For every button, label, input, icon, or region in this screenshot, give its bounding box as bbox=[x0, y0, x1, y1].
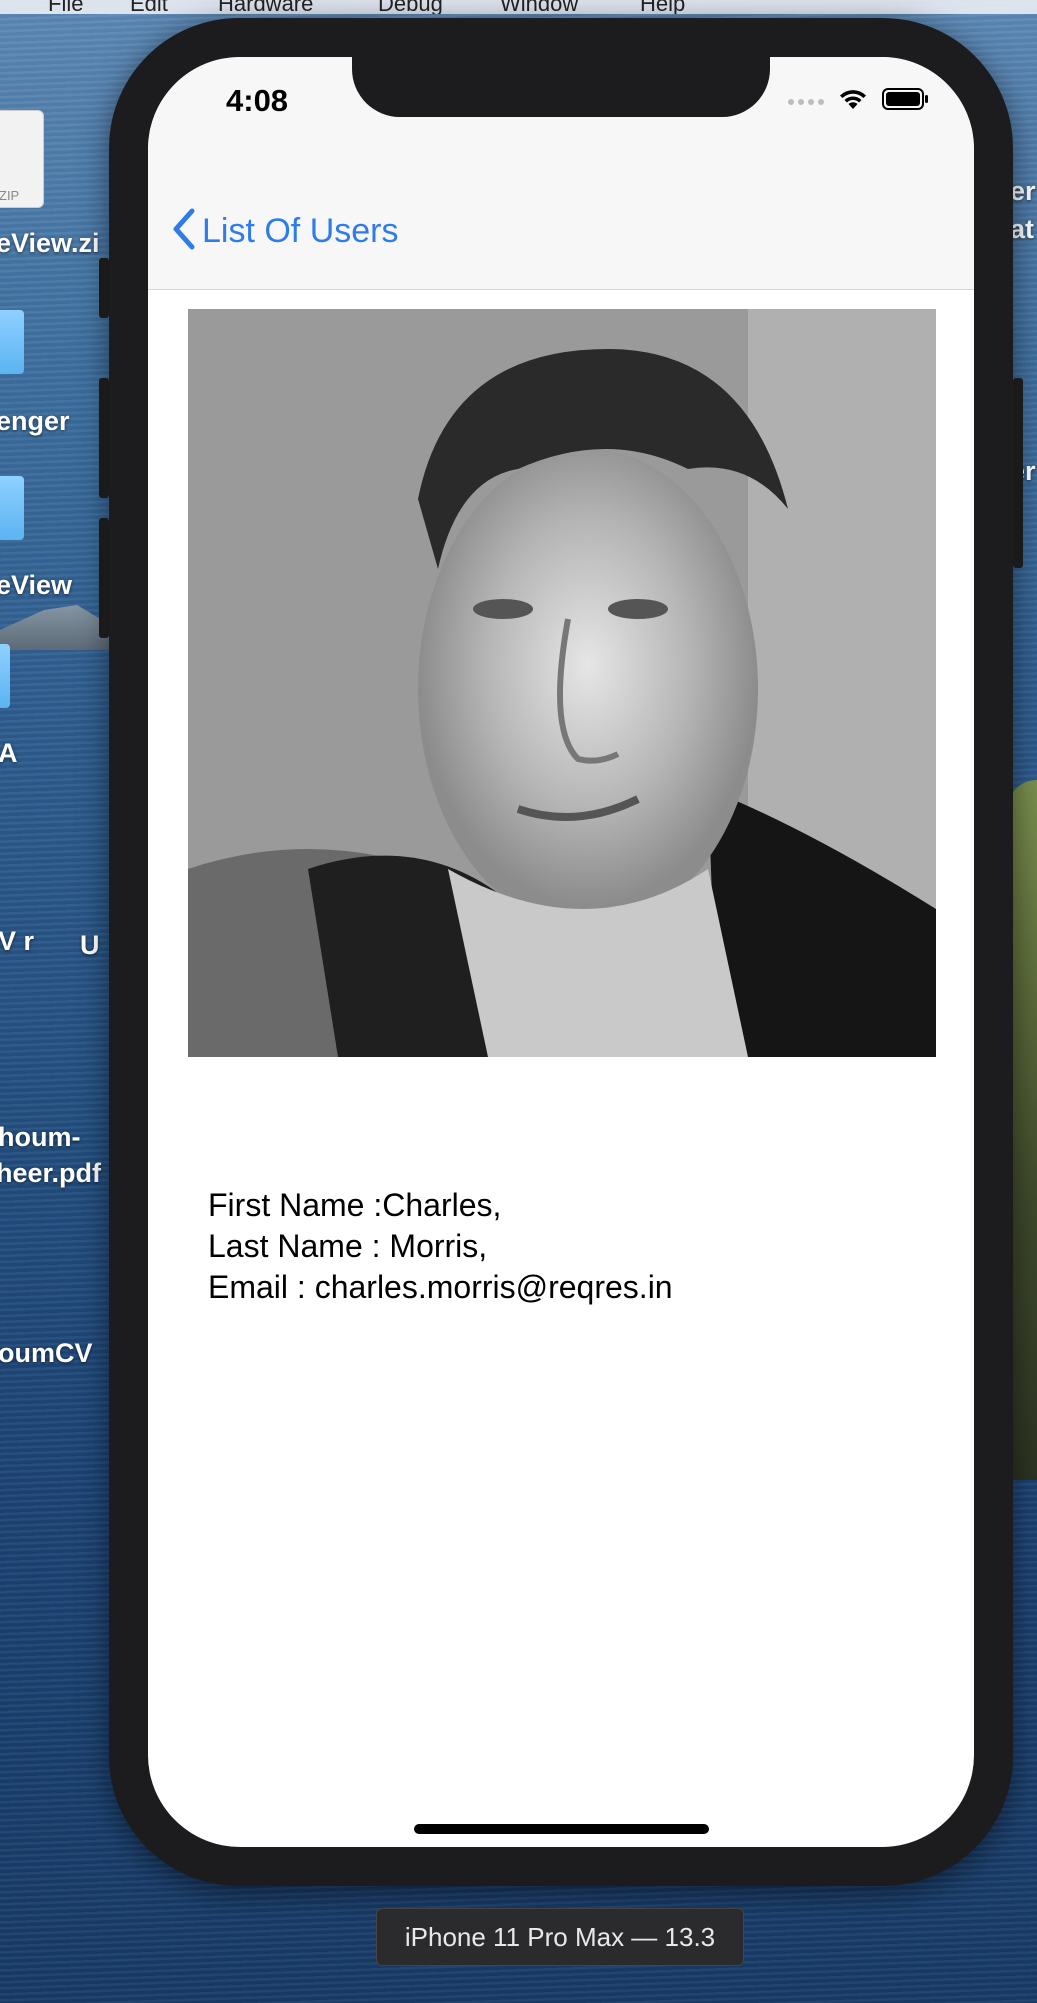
last-name-text: Last Name : Morris, bbox=[208, 1228, 488, 1264]
folder-icon[interactable] bbox=[0, 310, 24, 374]
menu-window[interactable]: Window bbox=[500, 0, 578, 14]
desktop-item-label-right[interactable]: at bbox=[1010, 214, 1034, 245]
desktop-item-label[interactable]: heer.pdf bbox=[0, 1158, 101, 1189]
signal-icon bbox=[788, 98, 824, 105]
back-button-label: List Of Users bbox=[202, 212, 399, 250]
menu-file[interactable]: File bbox=[48, 0, 83, 14]
folder-icon[interactable] bbox=[0, 476, 24, 540]
desktop-item-label[interactable]: U bbox=[80, 930, 100, 961]
email-text: Email : charles.morris@reqres.in bbox=[208, 1269, 673, 1305]
battery-icon bbox=[882, 87, 930, 116]
navigation-bar: List Of Users bbox=[148, 177, 974, 290]
notch bbox=[352, 57, 770, 117]
island-left bbox=[0, 605, 110, 650]
zip-file-icon[interactable]: ZIP bbox=[0, 110, 44, 208]
desktop-item-label[interactable]: oumCV bbox=[0, 1338, 93, 1369]
status-icons bbox=[788, 87, 930, 116]
volume-up-button bbox=[99, 378, 109, 498]
first-name-text: First Name :Charles, bbox=[208, 1187, 502, 1223]
desktop-item-label-right[interactable]: er bbox=[1010, 176, 1036, 207]
chevron-left-icon bbox=[170, 207, 196, 256]
mac-menubar: File Edit Hardware Debug Window Help bbox=[0, 0, 1037, 14]
power-button bbox=[1013, 378, 1023, 568]
menu-debug[interactable]: Debug bbox=[378, 0, 443, 14]
desktop-item-label[interactable]: eView.zi bbox=[0, 228, 100, 259]
zip-badge: ZIP bbox=[0, 188, 20, 203]
desktop-item-label[interactable]: houm- bbox=[0, 1122, 80, 1153]
desktop-item-label[interactable]: A bbox=[0, 738, 18, 769]
desktop-item-label[interactable]: V r bbox=[0, 926, 34, 957]
phone-screen: 4:08 List Of Users First Name:Charles, … bbox=[148, 57, 974, 1847]
desktop-item-label[interactable]: eView bbox=[0, 570, 72, 601]
folder-icon[interactable] bbox=[0, 644, 10, 708]
mute-switch bbox=[99, 258, 109, 318]
menu-hardware[interactable]: Hardware bbox=[218, 0, 313, 14]
iphone-frame: 4:08 List Of Users First Name:Charles, … bbox=[99, 18, 1023, 1886]
home-indicator[interactable] bbox=[414, 1824, 709, 1834]
status-time: 4:08 bbox=[226, 83, 289, 118]
desktop: File Edit Hardware Debug Window Help ZIP… bbox=[0, 0, 1037, 2003]
volume-down-button bbox=[99, 518, 109, 638]
back-button[interactable]: List Of Users bbox=[170, 207, 398, 256]
user-photo bbox=[188, 309, 936, 1057]
menu-help[interactable]: Help bbox=[640, 0, 685, 14]
menu-edit[interactable]: Edit bbox=[130, 0, 168, 14]
desktop-item-label[interactable]: enger bbox=[0, 406, 70, 437]
user-details: First Name :Charles, Last Name : Morris,… bbox=[208, 1185, 908, 1308]
simulator-device-label: iPhone 11 Pro Max — 13.3 bbox=[376, 1908, 744, 1966]
wifi-icon bbox=[838, 87, 868, 116]
